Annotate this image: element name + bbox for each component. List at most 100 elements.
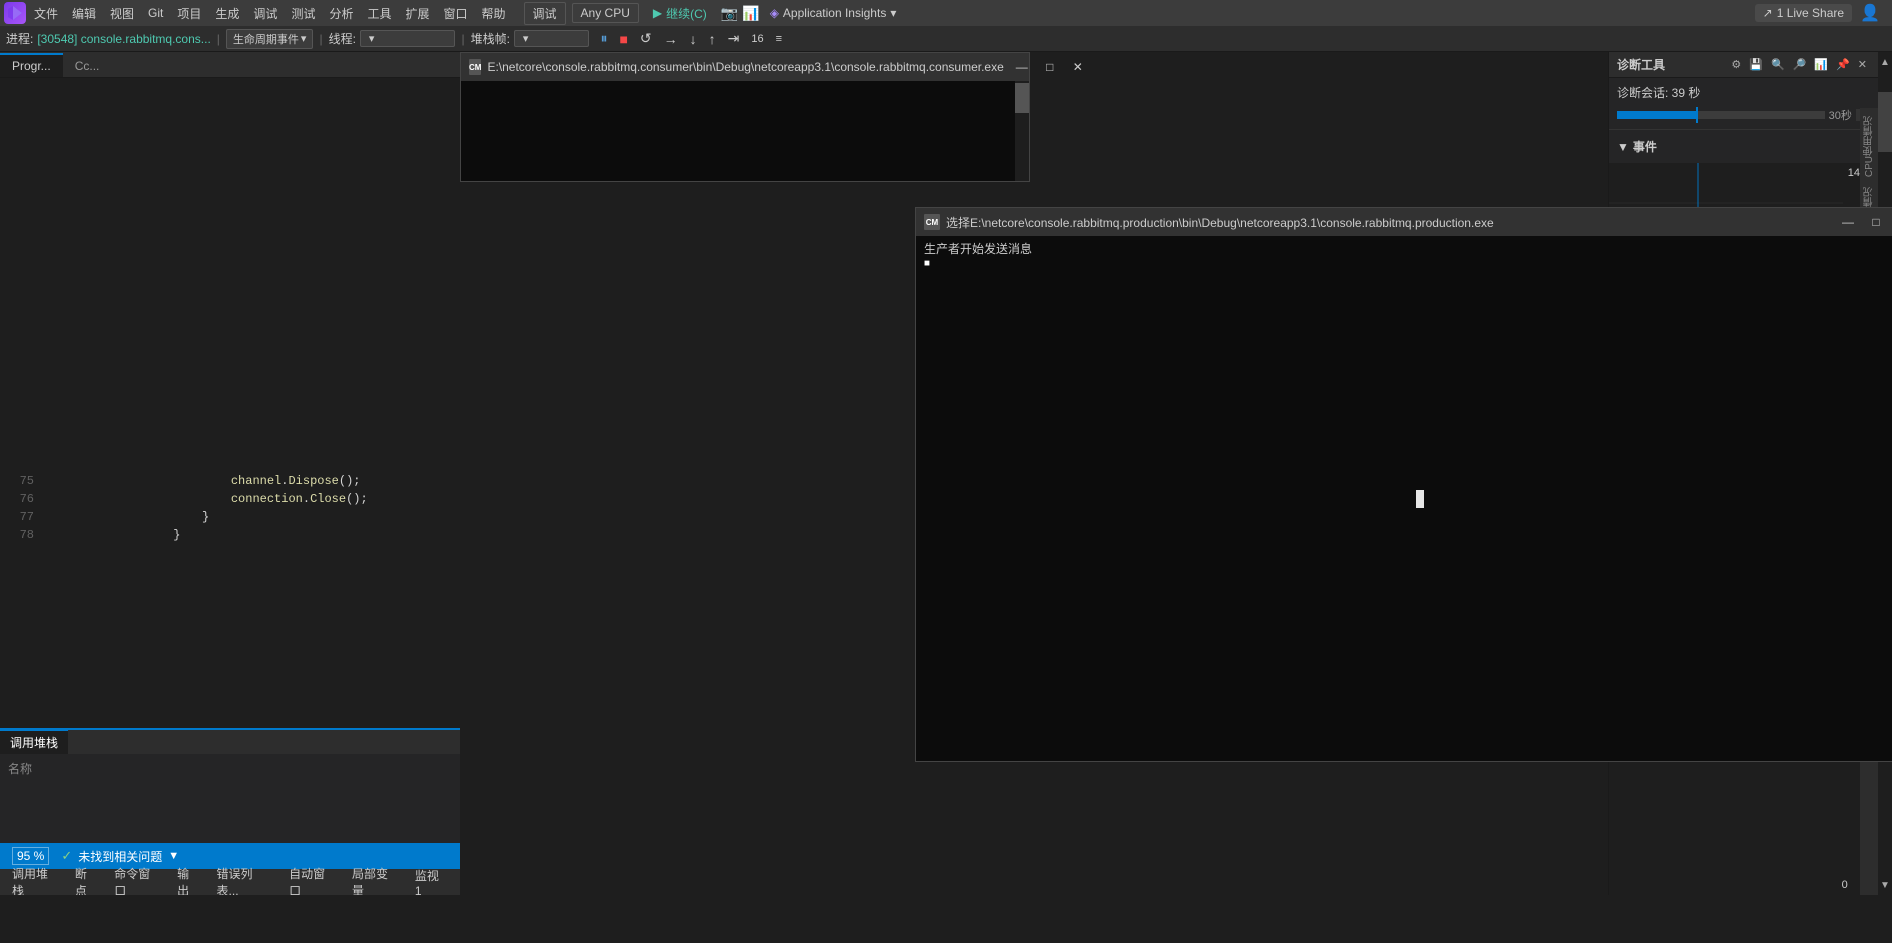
consumer-console-controls: — □ ✕ (1010, 57, 1090, 77)
consumer-minimize-button[interactable]: — (1010, 57, 1034, 77)
filter-dropdown-icon: ▼ (168, 850, 179, 862)
menu-edit[interactable]: 编辑 (66, 3, 102, 24)
debug-mode-button[interactable]: 调试 (524, 2, 566, 25)
live-share-button[interactable]: ↗ 1 Live Share (1755, 4, 1852, 22)
menu-project[interactable]: 项目 (171, 3, 207, 24)
process-label: 进程: (6, 30, 33, 47)
diag-zoom-in-icon[interactable]: 🔍 (1768, 56, 1788, 73)
consumer-console-window: CM E:\netcore\console.rabbitmq.consumer\… (460, 52, 1030, 182)
step-over-button[interactable]: → (661, 30, 681, 48)
mem-val-0-2: 0 (1842, 879, 1860, 891)
lifecycle-dropdown[interactable]: 生命周期事件 ▾ (226, 29, 314, 49)
top-menu-bar: 文件 编辑 视图 Git 项目 生成 调试 测试 分析 工具 扩展 窗口 帮助 … (0, 0, 1892, 26)
disassembly-button[interactable]: ≡ (773, 32, 785, 46)
diag-v-label-cpu[interactable]: CPU使用情况 (1860, 112, 1879, 181)
step-out-button[interactable]: ↑ (706, 30, 719, 48)
tab-call-stack[interactable]: 调用堆栈 (0, 729, 68, 754)
bottom-tab-breakpoints[interactable]: 断点 (67, 863, 106, 895)
hex-display-button[interactable]: 16 (748, 32, 766, 46)
bottom-tab-watch[interactable]: 监视 1 (407, 865, 456, 896)
events-collapse-icon: ▼ (1617, 140, 1629, 154)
toolbar-icon-2[interactable]: 📊 (742, 5, 759, 22)
diag-time-marker: 30秒 (1829, 107, 1852, 123)
toolbar-icon-1[interactable]: 📷 (721, 5, 738, 22)
diag-timeline: 30秒 4 (1617, 107, 1870, 123)
tab-cc[interactable]: Cc... (63, 55, 112, 77)
bottom-tab-command[interactable]: 命令窗口 (106, 863, 169, 895)
consumer-scrollbar[interactable] (1015, 81, 1029, 181)
consumer-maximize-button[interactable]: □ (1038, 57, 1062, 77)
production-console-icon: CM (924, 214, 940, 230)
thread-chevron: ▾ (369, 32, 375, 45)
menu-extensions[interactable]: 扩展 (399, 3, 435, 24)
menu-tools[interactable]: 工具 (361, 3, 397, 24)
stack-chevron: ▾ (523, 32, 529, 45)
diag-pin-icon[interactable]: 📌 (1833, 56, 1853, 73)
main-workspace: CM E:\netcore\console.rabbitmq.consumer\… (460, 52, 1608, 895)
bottom-tab-output[interactable]: 输出 (169, 863, 208, 895)
diag-events-section: ▼ 事件 (1609, 130, 1878, 163)
production-console-title-bar[interactable]: CM 选择E:\netcore\console.rabbitmq.product… (916, 208, 1892, 236)
consumer-close-button[interactable]: ✕ (1066, 57, 1090, 77)
menu-window[interactable]: 窗口 (438, 3, 474, 24)
menu-debug[interactable]: 调试 (247, 3, 283, 24)
production-console-title-text: 选择E:\netcore\console.rabbitmq.production… (946, 214, 1830, 231)
production-minimize-button[interactable]: — (1836, 212, 1860, 232)
center-cursor (1416, 490, 1424, 508)
diag-timeline-bar[interactable] (1617, 111, 1825, 119)
menu-git[interactable]: Git (142, 4, 169, 22)
menu-build[interactable]: 生成 (209, 3, 245, 24)
call-stack-content: 名称 (0, 754, 460, 783)
scroll-down-btn[interactable]: ▼ (1878, 875, 1892, 895)
bottom-tab-errors[interactable]: 错误列表... (209, 863, 282, 895)
restart-button[interactable]: ↺ (637, 29, 655, 48)
menu-file[interactable]: 文件 (28, 3, 64, 24)
stop-button[interactable]: ■ (616, 30, 630, 48)
cpu-config-button[interactable]: Any CPU (572, 3, 639, 23)
production-console-controls: — □ ✕ (1836, 212, 1892, 232)
menu-help[interactable]: 帮助 (476, 3, 512, 24)
production-maximize-button[interactable]: □ (1864, 212, 1888, 232)
tab-progr[interactable]: Progr... (0, 53, 63, 77)
diag-close-icon[interactable]: ✕ (1855, 56, 1870, 73)
lifecycle-chevron: ▾ (301, 32, 307, 45)
bottom-panel-container: 调用堆栈 名称 (0, 728, 460, 843)
bottom-tab-call-stack[interactable]: 调用堆栈 (4, 863, 67, 895)
menu-view[interactable]: 视图 (104, 3, 140, 24)
diag-chart-icon[interactable]: 📊 (1811, 56, 1831, 73)
menu-test[interactable]: 测试 (285, 3, 321, 24)
continue-button[interactable]: ▶ 继续(C) (645, 3, 715, 24)
check-icon: ✓ (61, 848, 72, 864)
diag-events-header[interactable]: ▼ 事件 (1617, 134, 1870, 159)
play-icon: ▶ (653, 6, 662, 20)
bottom-tab-auto[interactable]: 自动窗口 (281, 863, 344, 895)
diagnostics-header: 诊断工具 ⚙ 💾 🔍 🔎 📊 📌 ✕ (1609, 52, 1878, 78)
code-line-78: 78 } (0, 526, 460, 544)
scroll-thumb[interactable] (1878, 92, 1892, 152)
production-console-body: 生产者开始发送消息 ■ ▼ (916, 236, 1892, 761)
scroll-up-btn[interactable]: ▲ (1878, 52, 1892, 72)
no-issues-indicator[interactable]: ✓ 未找到相关问题 ▼ (61, 848, 179, 865)
call-stack-name-header: 名称 (8, 760, 452, 777)
vs-logo-icon (4, 2, 26, 24)
thread-dropdown[interactable]: ▾ (360, 30, 456, 47)
process-selector[interactable]: [30548] console.rabbitmq.cons... (37, 32, 210, 46)
run-to-cursor-button[interactable]: ⇥ (725, 29, 743, 48)
bottom-tab-locals[interactable]: 局部变量 (344, 863, 407, 895)
consumer-console-title-bar[interactable]: CM E:\netcore\console.rabbitmq.consumer\… (461, 53, 1029, 81)
bottom-tool-tabs: 调用堆栈 断点 命令窗口 输出 错误列表... 自动窗口 局部变量 监视 1 (0, 869, 460, 895)
diag-save-icon[interactable]: 💾 (1746, 56, 1766, 73)
pause-button[interactable]: ⏸ (597, 29, 610, 48)
user-icon[interactable]: 👤 (1860, 3, 1880, 23)
menu-analyze[interactable]: 分析 (323, 3, 359, 24)
diag-session-label: 诊断会话: 39 秒 (1617, 84, 1870, 101)
step-into-button[interactable]: ↓ (687, 30, 700, 48)
app-insights-button[interactable]: ◈ Application Insights ▾ (762, 4, 905, 22)
stack-dropdown[interactable]: ▾ (514, 30, 590, 47)
diag-header-controls: ⚙ 💾 🔍 🔎 📊 📌 ✕ (1728, 56, 1870, 73)
diag-settings-icon[interactable]: ⚙ (1728, 56, 1744, 73)
bottom-panel-tabs: 调用堆栈 (0, 730, 460, 754)
diag-zoom-out-icon[interactable]: 🔎 (1790, 56, 1810, 73)
consumer-scroll-thumb[interactable] (1015, 83, 1029, 113)
diag-timeline-fill (1617, 111, 1696, 119)
